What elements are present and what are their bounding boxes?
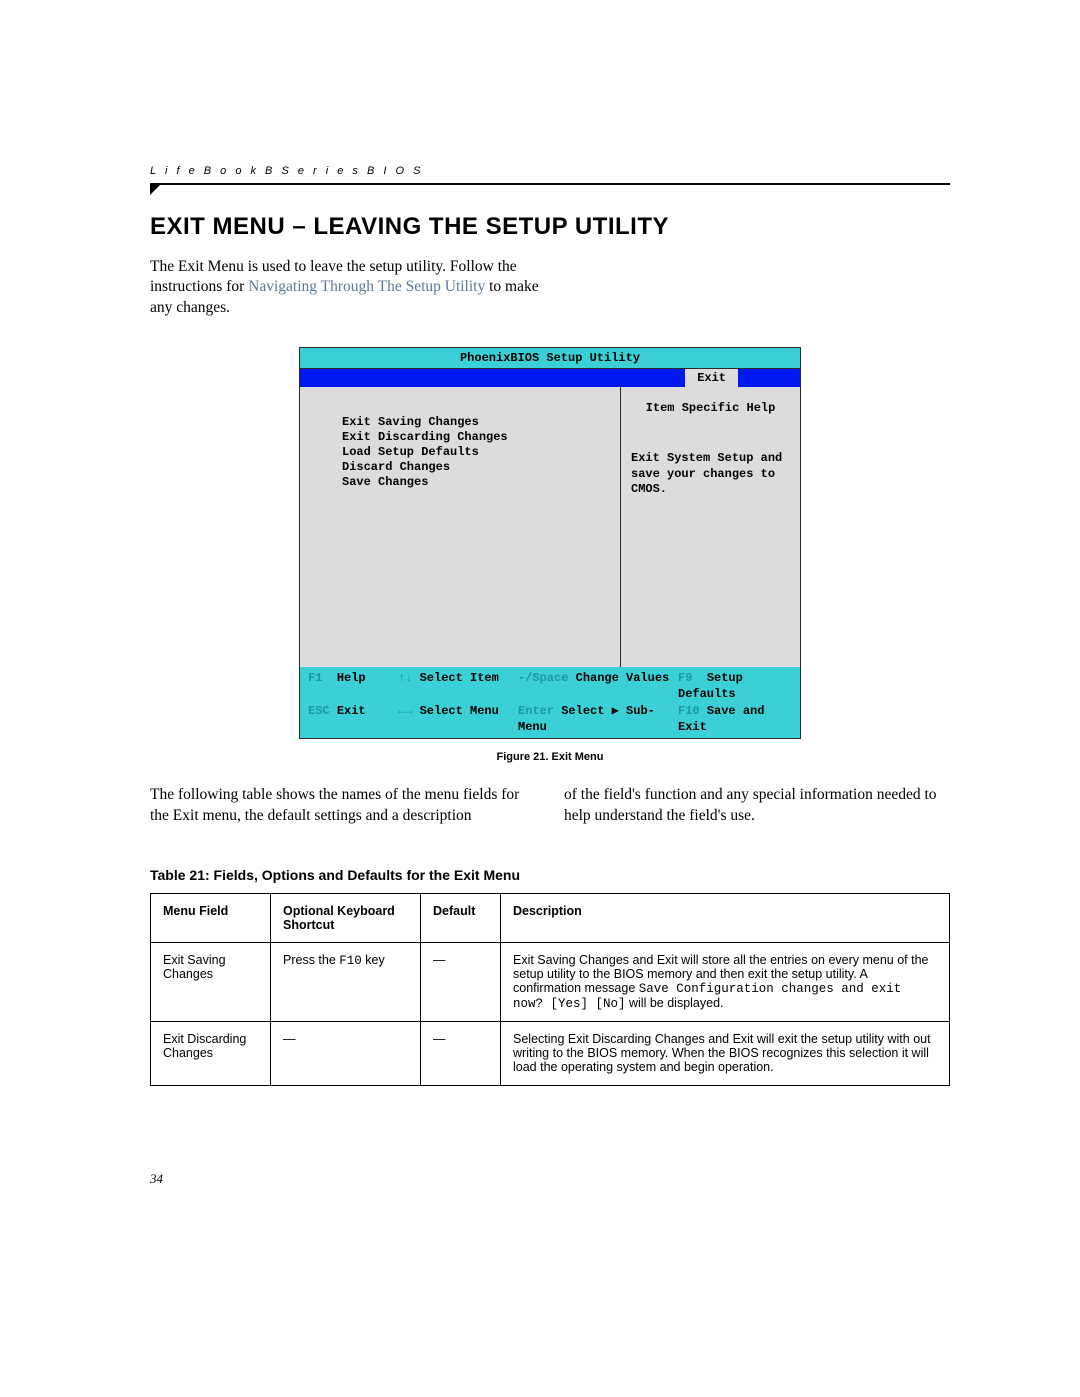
cell-menu: Exit Discarding Changes xyxy=(151,1021,271,1085)
bios-menu-list: Exit Saving Changes Exit Discarding Chan… xyxy=(300,387,620,667)
bios-menu-item: Save Changes xyxy=(342,475,620,490)
cell-desc: Exit Saving Changes and Exit will store … xyxy=(501,942,950,1021)
running-head: L i f e B o o k B S e r i e s B I O S xyxy=(150,165,950,177)
th-menu: Menu Field xyxy=(151,893,271,942)
body-col-right: of the field's function and any special … xyxy=(564,785,950,827)
bios-title: PhoenixBIOS Setup Utility xyxy=(300,348,800,369)
bios-help-panel: Item Specific Help Exit System Setup and… xyxy=(620,387,800,667)
bios-footer: F1 Help ↑↓ Select Item -/Space Change Va… xyxy=(300,667,800,738)
cell-shortcut: Press the F10 key xyxy=(271,942,421,1021)
key-desc: Help xyxy=(337,671,366,685)
th-default: Default xyxy=(421,893,501,942)
header-rule xyxy=(150,183,950,185)
bios-menu-item: Exit Discarding Changes xyxy=(342,430,620,445)
key-label: ↑↓ xyxy=(398,671,412,685)
bios-menu-item: Discard Changes xyxy=(342,460,620,475)
th-shortcut: Optional Keyboard Shortcut xyxy=(271,893,421,942)
body-col-left: The following table shows the names of t… xyxy=(150,785,536,827)
fields-table: Menu Field Optional Keyboard Shortcut De… xyxy=(150,893,950,1086)
table-header-row: Menu Field Optional Keyboard Shortcut De… xyxy=(151,893,950,942)
key-label: F1 xyxy=(308,671,322,685)
cell-default: — xyxy=(421,942,501,1021)
cell-text: key xyxy=(362,953,385,967)
body-columns: The following table shows the names of t… xyxy=(150,785,950,827)
bios-screenshot: PhoenixBIOS Setup Utility Exit Exit Savi… xyxy=(299,347,801,739)
cell-menu: Exit Saving Changes xyxy=(151,942,271,1021)
intro-link[interactable]: Navigating Through The Setup Utility xyxy=(248,278,485,295)
bios-help-text: Exit System Setup and save your changes … xyxy=(631,451,790,498)
key-label: ←→ xyxy=(398,704,412,718)
figure-caption: Figure 21. Exit Menu xyxy=(150,751,950,763)
table-row: Exit Discarding Changes — — Selecting Ex… xyxy=(151,1021,950,1085)
page-number: 34 xyxy=(150,1171,163,1187)
key-label: F10 xyxy=(678,704,700,718)
cell-desc: Selecting Exit Discarding Changes and Ex… xyxy=(501,1021,950,1085)
cell-text: — xyxy=(283,1032,296,1046)
cell-text: Selecting Exit Discarding Changes and Ex… xyxy=(513,1032,931,1074)
bios-help-title: Item Specific Help xyxy=(631,401,790,415)
rule-tab-icon xyxy=(150,185,160,195)
bios-tab-exit: Exit xyxy=(685,369,738,387)
cell-code: F10 xyxy=(339,954,362,968)
table-row: Exit Saving Changes Press the F10 key — … xyxy=(151,942,950,1021)
cell-text: Press the xyxy=(283,953,339,967)
key-desc: Exit xyxy=(337,704,366,718)
key-label: Enter xyxy=(518,704,554,718)
bios-menu-item: Load Setup Defaults xyxy=(342,445,620,460)
table-title: Table 21: Fields, Options and Defaults f… xyxy=(150,867,950,883)
cell-shortcut: — xyxy=(271,1021,421,1085)
bios-menu-item: Exit Saving Changes xyxy=(342,415,620,430)
cell-default: — xyxy=(421,1021,501,1085)
key-desc: Select Menu xyxy=(420,704,499,718)
key-desc: Change Values xyxy=(576,671,670,685)
key-label: F9 xyxy=(678,671,692,685)
intro-paragraph: The Exit Menu is used to leave the setup… xyxy=(150,257,550,320)
bios-tabbar: Exit xyxy=(300,369,800,387)
key-label: -/Space xyxy=(518,671,568,685)
cell-text: will be displayed. xyxy=(626,996,724,1010)
key-desc: Select Item xyxy=(420,671,499,685)
key-label: ESC xyxy=(308,704,330,718)
section-title: EXIT MENU – LEAVING THE SETUP UTILITY xyxy=(150,213,950,241)
th-desc: Description xyxy=(501,893,950,942)
